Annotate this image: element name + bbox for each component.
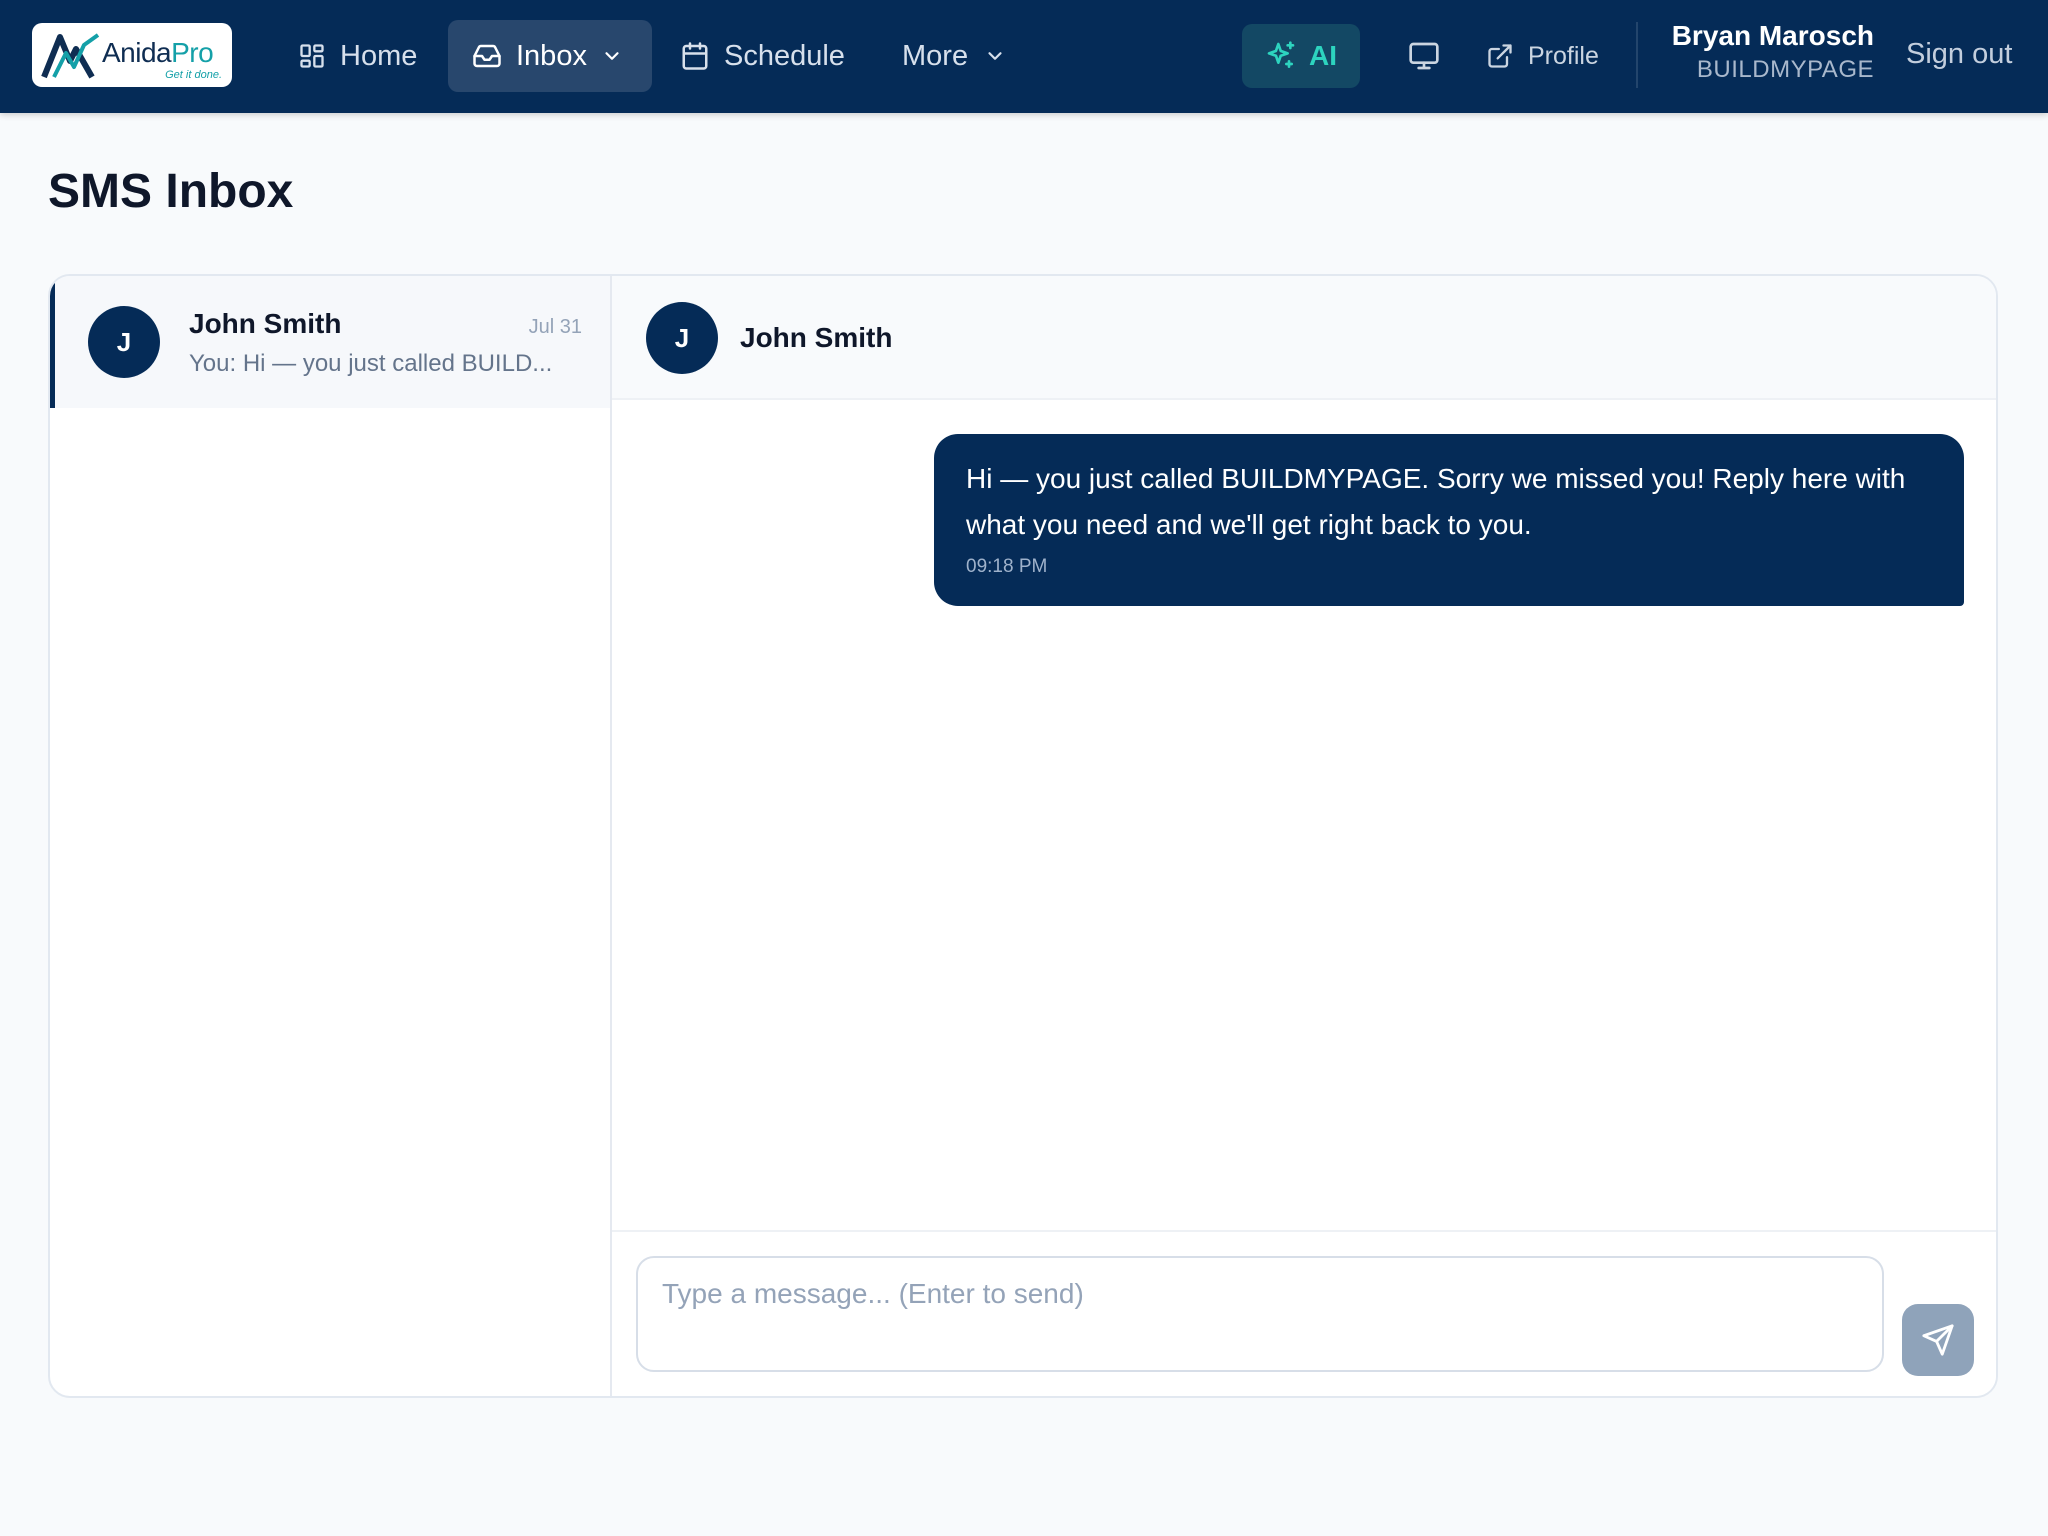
outgoing-message-bubble: Hi — you just called BUILDMYPAGE. Sorry …: [934, 434, 1964, 606]
thread-header: J John Smith: [612, 276, 1996, 400]
nav-divider: [1636, 22, 1638, 88]
message-input[interactable]: [636, 1256, 1884, 1372]
send-button[interactable]: [1902, 1304, 1974, 1376]
inbox-panel: J John Smith Jul 31 You: Hi — you just c…: [48, 274, 1998, 1398]
chevron-down-icon: [988, 52, 1002, 60]
current-user-org: BUILDMYPAGE: [1696, 56, 1874, 83]
external-link-icon: [1488, 44, 1512, 68]
profile-link[interactable]: Profile: [1486, 34, 1599, 78]
nav-schedule-label: Schedule: [724, 39, 845, 72]
message-timestamp: 09:18 PM: [966, 556, 1048, 577]
inbox-tray-icon: [473, 44, 501, 68]
calendar-icon: [682, 42, 708, 70]
page-title: SMS Inbox: [48, 165, 294, 218]
chevron-down-icon: [605, 52, 619, 60]
conversation-item[interactable]: J John Smith Jul 31 You: Hi — you just c…: [50, 276, 610, 408]
brand-name: AnidaPro: [102, 37, 214, 68]
message-composer: [612, 1230, 1996, 1396]
conversation-list: J John Smith Jul 31 You: Hi — you just c…: [50, 276, 612, 1396]
grid-icon: [300, 44, 324, 68]
conversation-preview: You: Hi — you just called BUILD...: [189, 350, 553, 377]
current-user-name: Bryan Marosch: [1671, 20, 1874, 51]
send-icon: [1922, 1324, 1954, 1356]
message-thread: J John Smith Hi — you just called BUILDM…: [612, 276, 1996, 1396]
ai-button-label: AI: [1309, 40, 1337, 71]
avatar: J: [88, 306, 160, 378]
nav-home[interactable]: Home: [292, 20, 423, 92]
conversation-contact-name: John Smith: [189, 308, 342, 339]
thread-contact-name: John Smith: [740, 322, 893, 353]
nav-inbox-label: Inbox: [516, 39, 587, 72]
nav-home-label: Home: [340, 39, 418, 72]
nav-more-menu[interactable]: More: [896, 20, 1012, 92]
conversation-date: Jul 31: [528, 316, 582, 338]
brand-logo[interactable]: AnidaPro Get it done.: [32, 23, 232, 87]
screen-view-button[interactable]: [1404, 36, 1444, 76]
monitor-icon: [1409, 42, 1439, 70]
sparkles-icon: [1267, 41, 1295, 68]
profile-link-label: Profile: [1528, 41, 1599, 70]
sign-out-button[interactable]: Sign out: [1906, 38, 2012, 71]
nav-schedule[interactable]: Schedule: [674, 20, 851, 92]
anidapro-logo-mark-icon: [41, 33, 100, 79]
nav-inbox[interactable]: Inbox: [448, 20, 652, 92]
top-navbar: AnidaPro Get it done. Home Inbox Schedul…: [0, 0, 2048, 113]
nav-more-label: More: [902, 39, 969, 72]
brand-tagline: Get it done.: [165, 69, 222, 81]
message-text: Hi — you just called BUILDMYPAGE. Sorry …: [966, 463, 1906, 540]
avatar: J: [646, 302, 718, 374]
ai-button[interactable]: AI: [1242, 24, 1360, 88]
